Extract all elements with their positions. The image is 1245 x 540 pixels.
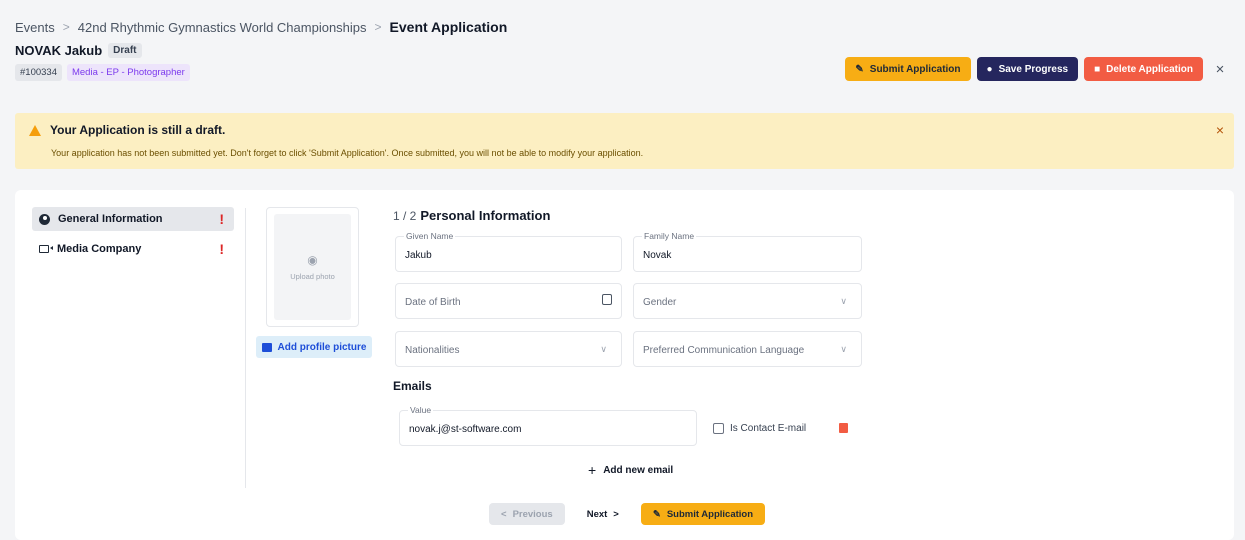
bottom-submit-application-button[interactable]: ✎ Submit Application <box>640 503 766 525</box>
header-actions: ✎ Submit Application ● Save Progress ■ D… <box>845 57 1231 81</box>
application-card: General Information ! Media Company ! ◉ … <box>15 190 1234 540</box>
family-name-value: Novak <box>643 250 672 261</box>
next-button[interactable]: Next > <box>574 503 631 525</box>
add-new-email-label: Add new email <box>603 464 674 476</box>
family-name-label: Family Name <box>642 231 697 241</box>
email-field[interactable]: Value novak.j@st-software.com <box>399 405 697 446</box>
video-camera-icon <box>39 245 53 253</box>
warning-icon <box>29 124 41 136</box>
applicant-header: NOVAK Jakub Draft <box>15 43 142 58</box>
next-label: Next <box>586 508 608 520</box>
gender-placeholder: Gender <box>643 297 677 308</box>
breadcrumb-current: Event Application <box>389 19 508 35</box>
trash-icon: ■ <box>1094 63 1101 75</box>
alert-title: Your Application is still a draft. <box>50 123 226 137</box>
family-name-field[interactable]: Family Name Novak <box>633 231 862 272</box>
given-name-value: Jakub <box>405 250 432 261</box>
breadcrumb: Events > 42nd Rhythmic Gymnastics World … <box>15 19 507 35</box>
section-title-text: Personal Information <box>420 208 551 223</box>
category-tag: Media - EP - Photographer <box>66 64 190 81</box>
upload-photo-text: Upload photo <box>290 272 335 281</box>
language-select[interactable]: Preferred Communication Language ∨ <box>633 331 862 367</box>
image-add-icon <box>261 342 272 352</box>
language-placeholder: Preferred Communication Language <box>643 345 805 356</box>
photo-placeholder: ◉ Upload photo <box>274 214 351 320</box>
id-tag: #100334 <box>15 64 62 81</box>
status-badge: Draft <box>108 43 142 58</box>
applicant-name: NOVAK Jakub <box>15 43 103 58</box>
delete-label: Delete Application <box>1106 63 1193 75</box>
checkbox-box[interactable] <box>713 423 724 434</box>
user-circle-icon <box>39 213 50 225</box>
chevron-down-icon: ∨ <box>840 344 847 354</box>
error-icon: ! <box>219 211 224 227</box>
sidebar-item-media-company[interactable]: Media Company ! <box>32 237 234 261</box>
delete-application-button[interactable]: ■ Delete Application <box>1084 57 1203 81</box>
photo-upload-area[interactable]: ◉ Upload photo <box>266 207 359 327</box>
user-clock-icon: ● <box>986 63 993 75</box>
sidebar-item-general-information[interactable]: General Information ! <box>32 207 234 231</box>
applicant-tags: #100334 Media - EP - Photographer <box>15 64 190 81</box>
nationalities-placeholder: Nationalities <box>405 345 460 356</box>
bottom-submit-label: Submit Application <box>666 508 754 520</box>
email-label: Value <box>408 405 434 415</box>
draft-alert: Your Application is still a draft. Your … <box>15 113 1234 169</box>
sidebar-divider <box>245 208 246 488</box>
nationalities-select[interactable]: Nationalities ∨ <box>395 331 622 367</box>
alert-close-icon[interactable]: × <box>1216 122 1224 138</box>
chevron-right-icon: > <box>613 508 619 520</box>
add-new-email-button[interactable]: + Add new email <box>588 462 673 478</box>
breadcrumb-separator: > <box>62 20 70 34</box>
is-contact-email-checkbox[interactable]: Is Contact E-mail <box>713 423 806 434</box>
given-name-label: Given Name <box>404 231 456 241</box>
camera-icon: ◉ <box>307 253 318 267</box>
alert-title-row: Your Application is still a draft. <box>29 123 225 137</box>
email-value: novak.j@st-software.com <box>409 424 522 435</box>
calendar-icon[interactable] <box>602 294 612 305</box>
submit-label: Submit Application <box>869 63 961 75</box>
user-check-icon: ✎ <box>855 63 864 75</box>
plus-icon: + <box>588 462 597 478</box>
form-navigation: < Previous Next > ✎ Submit Application <box>489 503 766 525</box>
add-profile-picture-label: Add profile picture <box>277 341 367 353</box>
chevron-down-icon: ∨ <box>600 344 607 354</box>
close-icon[interactable]: × <box>1209 58 1231 80</box>
sidebar-item-label: Media Company <box>57 243 142 255</box>
submit-application-button[interactable]: ✎ Submit Application <box>845 57 971 81</box>
is-contact-email-label: Is Contact E-mail <box>730 423 807 434</box>
chevron-left-icon: < <box>501 508 507 520</box>
given-name-field[interactable]: Given Name Jakub <box>395 231 622 272</box>
error-icon: ! <box>219 241 224 257</box>
add-profile-picture-button[interactable]: Add profile picture <box>256 336 372 358</box>
date-of-birth-field[interactable]: Date of Birth <box>395 283 622 319</box>
breadcrumb-championship[interactable]: 42nd Rhythmic Gymnastics World Champions… <box>78 20 367 35</box>
date-of-birth-placeholder: Date of Birth <box>405 297 461 308</box>
delete-email-icon[interactable] <box>839 423 848 433</box>
step-indicator: 1 / 2 <box>393 209 417 223</box>
breadcrumb-separator: > <box>374 20 382 34</box>
previous-button[interactable]: < Previous <box>489 503 565 525</box>
gender-select[interactable]: Gender ∨ <box>633 283 862 319</box>
sidebar-item-label: General Information <box>58 213 163 225</box>
user-check-icon: ✎ <box>652 508 661 520</box>
chevron-down-icon: ∨ <box>840 296 847 306</box>
save-label: Save Progress <box>998 63 1069 75</box>
emails-title: Emails <box>393 379 432 393</box>
previous-label: Previous <box>512 508 553 520</box>
section-title: 1 / 2 Personal Information <box>393 208 550 223</box>
alert-message: Your application has not been submitted … <box>51 148 644 158</box>
save-progress-button[interactable]: ● Save Progress <box>976 57 1079 81</box>
breadcrumb-events[interactable]: Events <box>15 20 55 35</box>
